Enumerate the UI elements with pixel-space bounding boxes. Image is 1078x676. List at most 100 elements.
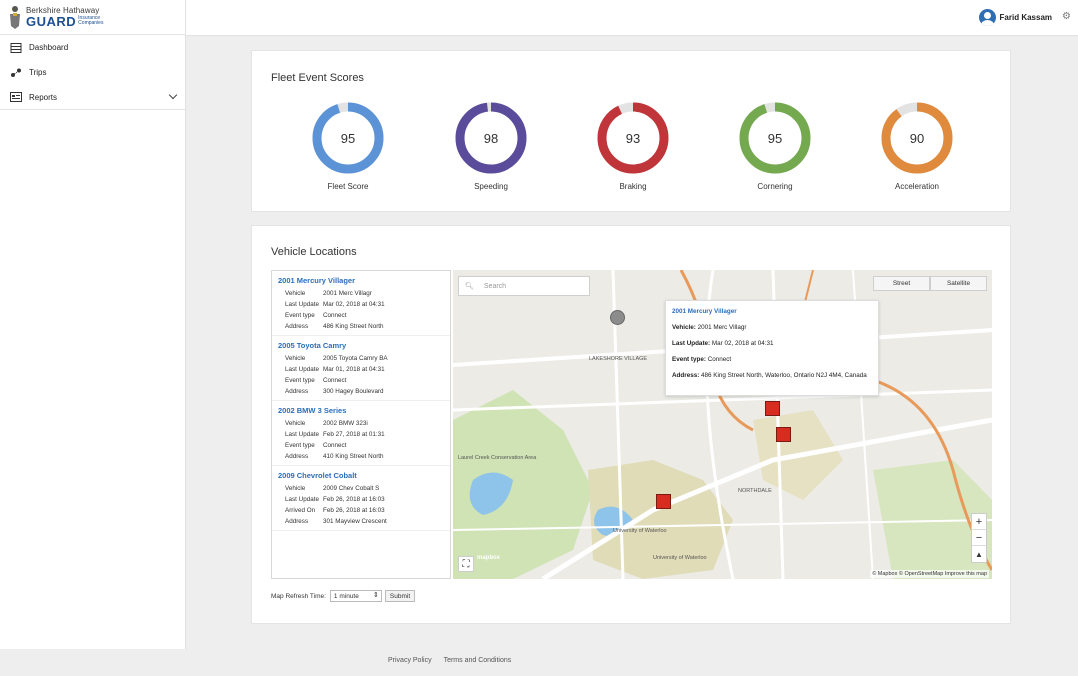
top-bar: Farid Kassam ⚙ xyxy=(186,0,1078,36)
vehicle-list[interactable]: 2001 Mercury Villager Vehicle 2001 Merc Vi… xyxy=(271,270,451,579)
vehicle-detail-value: Feb 26, 2018 at 16:03 xyxy=(323,507,385,514)
brand-logo[interactable]: Berkshire Hathaway GUARD Insurance Compa… xyxy=(0,0,185,34)
score-gauge-acceleration: 90 Acceleration xyxy=(879,101,955,191)
vehicle-detail-value: 486 King Street North xyxy=(323,323,384,330)
vehicle-name-link[interactable]: 2009 Chevrolet Cobalt xyxy=(278,471,450,480)
list-item[interactable]: 2005 Toyota Camry Vehicle 2005 Toyota Camr… xyxy=(272,336,450,401)
vehicle-detail-value: Connect xyxy=(323,377,347,384)
vehicle-name-link[interactable]: 2005 Toyota Camry xyxy=(278,341,450,350)
gauge-label: Cornering xyxy=(757,182,793,191)
map-marker[interactable] xyxy=(776,427,791,442)
vehicle-name-link[interactable]: 2001 Mercury Villager xyxy=(278,276,450,285)
fleet-scores-title: Fleet Event Scores xyxy=(271,72,364,84)
gauge-ring: 95 xyxy=(312,102,384,174)
sidebar-item-label: Dashboard xyxy=(29,43,69,52)
gauge-ring: 90 xyxy=(881,102,953,174)
brand-sub-text: Insurance Companies xyxy=(78,14,104,26)
zoom-out-button[interactable]: − xyxy=(972,530,986,546)
map-type-street-button[interactable]: Street xyxy=(873,276,930,291)
user-menu[interactable]: Farid Kassam xyxy=(978,9,1052,26)
vehicle-detail-row: Vehicle 2001 Merc Villagr xyxy=(278,288,450,299)
sidebar-item-reports[interactable]: Reports xyxy=(0,85,185,110)
vehicle-detail-key: Address xyxy=(285,388,309,395)
gauge-label: Fleet Score xyxy=(327,182,369,191)
popup-vehicle-name[interactable]: 2001 Mercury Villager xyxy=(672,308,872,315)
map-label-park: Laurel Creek Conservation Area xyxy=(458,455,537,461)
gear-icon[interactable]: ⚙ xyxy=(1062,11,1071,22)
mapbox-logo: mapbox xyxy=(477,555,501,561)
vehicle-detail-key: Vehicle xyxy=(285,485,306,492)
vehicle-map[interactable]: LAKESHORE VILLAGE Laurel Creek Conservat… xyxy=(453,270,992,579)
vehicle-name-link[interactable]: 2002 BMW 3 Series xyxy=(278,406,450,415)
gauge-ring: 95 xyxy=(739,102,811,174)
fullscreen-icon[interactable]: ⛶ xyxy=(458,556,474,572)
vehicle-detail-value: 301 Mayview Crescent xyxy=(323,518,387,525)
map-marker[interactable] xyxy=(765,401,780,416)
gauge-value: 95 xyxy=(341,131,355,146)
vehicle-detail-row: Event type Connect xyxy=(278,375,450,386)
sidebar-item-trips[interactable]: Trips xyxy=(0,60,185,85)
sidebar-item-label: Reports xyxy=(29,92,58,102)
vehicle-detail-key: Last Update xyxy=(285,431,319,438)
fleet-scores-card: Fleet Event Scores 95 Fleet Score 98 Speedi… xyxy=(251,50,1011,212)
map-type-toggle: Street Satellite xyxy=(873,276,987,291)
vehicle-detail-key: Address xyxy=(285,323,309,330)
list-item[interactable]: 2009 Chevrolet Cobalt Vehicle 2009 Chev Co… xyxy=(272,466,450,531)
refresh-time-select[interactable]: 1 minute xyxy=(329,590,382,602)
vehicle-detail-key: Last Update xyxy=(285,496,319,503)
vehicle-detail-row: Vehicle 2005 Toyota Camry BA xyxy=(278,353,450,364)
map-marker[interactable] xyxy=(656,494,671,509)
vehicle-detail-value: 300 Hagey Boulevard xyxy=(323,388,384,395)
vehicle-detail-key: Address xyxy=(285,453,309,460)
footer: Privacy Policy Terms and Conditions xyxy=(388,657,511,664)
terms-link[interactable]: Terms and Conditions xyxy=(444,657,512,664)
vehicle-detail-key: Event type xyxy=(285,377,315,384)
vehicle-detail-value: 2002 BMW 323i xyxy=(323,420,368,427)
map-refresh-controls: Map Refresh Time: 1 minute Submit xyxy=(271,590,416,602)
score-gauge-braking: 93 Braking xyxy=(595,101,671,191)
map-type-satellite-button[interactable]: Satellite xyxy=(930,276,987,291)
vehicle-detail-key: Vehicle xyxy=(285,355,306,362)
popup-vehicle-row: Vehicle: 2001 Merc Villagr xyxy=(672,324,747,331)
list-item[interactable]: 2001 Mercury Villager Vehicle 2001 Merc Vi… xyxy=(272,271,450,336)
vehicle-detail-value: Mar 01, 2018 at 04:31 xyxy=(323,366,385,373)
gauge-value: 90 xyxy=(910,131,924,146)
zoom-in-button[interactable]: + xyxy=(972,514,986,530)
gauge-label: Braking xyxy=(619,182,647,191)
map-label-university: University of Waterloo xyxy=(613,528,667,534)
popup-event-row: Event type: Connect xyxy=(672,356,732,363)
map-search-input[interactable]: 🔍︎ Search xyxy=(458,276,590,296)
vehicle-detail-row: Vehicle 2009 Chev Cobalt S xyxy=(278,483,450,494)
vehicle-detail-row: Address 301 Mayview Crescent xyxy=(278,516,450,527)
vehicle-detail-row: Last Update Mar 01, 2018 at 04:31 xyxy=(278,364,450,375)
chevron-down-icon[interactable] xyxy=(168,90,178,100)
vehicle-locations-title: Vehicle Locations xyxy=(271,246,357,258)
map-attribution[interactable]: © Mapbox © OpenStreetMap Improve this ma… xyxy=(870,570,989,578)
vehicle-detail-row: Last Update Feb 27, 2018 at 01:31 xyxy=(278,429,450,440)
vehicle-detail-row: Vehicle 2002 BMW 323i xyxy=(278,418,450,429)
vehicle-detail-key: Address xyxy=(285,518,309,525)
vehicle-detail-value: Mar 02, 2018 at 04:31 xyxy=(323,301,385,308)
vehicle-detail-key: Event type xyxy=(285,442,315,449)
submit-button[interactable]: Submit xyxy=(384,590,416,602)
vehicle-detail-row: Last Update Feb 26, 2018 at 16:03 xyxy=(278,494,450,505)
vehicle-detail-value: 410 King Street North xyxy=(323,453,384,460)
sidebar-item-dashboard[interactable]: Dashboard xyxy=(0,35,185,60)
list-item[interactable]: 2002 BMW 3 Series Vehicle 2002 BMW 323i Las… xyxy=(272,401,450,466)
compass-icon[interactable]: ▲ xyxy=(972,546,986,562)
gauge-value: 95 xyxy=(768,131,782,146)
user-name: Farid Kassam xyxy=(999,13,1052,22)
map-label-university-2: University of Waterloo xyxy=(653,555,707,561)
privacy-policy-link[interactable]: Privacy Policy xyxy=(388,657,432,664)
vehicle-locations-card: Vehicle Locations 2001 Mercury Villager V… xyxy=(251,225,1011,624)
map-search-placeholder: Search xyxy=(483,282,507,290)
vehicle-detail-key: Last Update xyxy=(285,301,319,308)
sidebar: Berkshire Hathaway GUARD Insurance Compa… xyxy=(0,0,186,649)
gauge-value: 98 xyxy=(484,131,498,146)
sidebar-item-label: Trips xyxy=(29,68,47,77)
vehicle-detail-key: Arrived On xyxy=(285,507,316,514)
map-marker-selected[interactable] xyxy=(610,310,625,325)
vehicle-detail-row: Event type Connect xyxy=(278,310,450,321)
gauge-label: Acceleration xyxy=(894,182,940,191)
popup-address-row: Address: 486 King Street North, Waterloo… xyxy=(672,372,867,379)
